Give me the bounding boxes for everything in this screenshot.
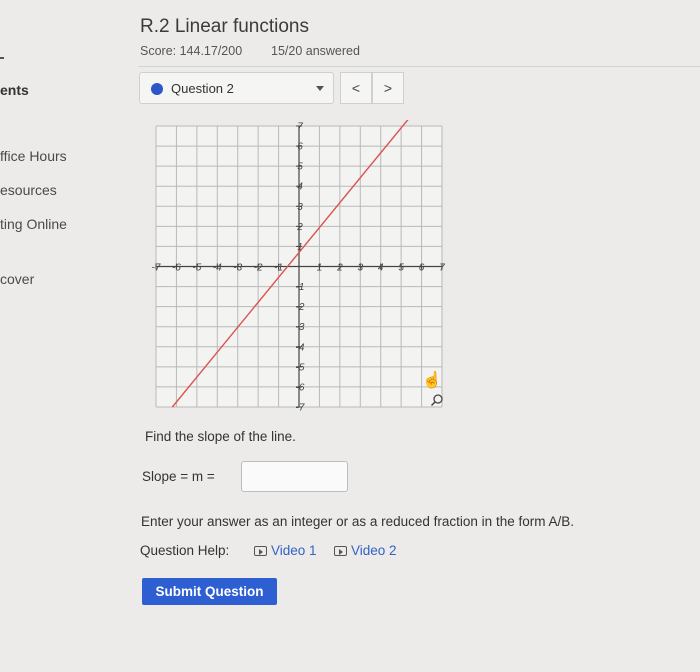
sidebar-item-discover[interactable]: cover [0,271,34,287]
sidebar-marker [0,57,4,59]
question-help-label: Question Help: [140,543,230,558]
slope-input[interactable] [241,461,348,492]
x-tick-label: -7 [152,263,161,274]
y-tick-label: -3 [296,322,305,333]
y-tick-label: -1 [296,282,305,293]
previous-question-button[interactable]: < [340,72,372,104]
x-tick-label: 1 [317,263,323,274]
y-tick-label: 4 [297,182,303,193]
slope-label: Slope = m = [142,469,215,484]
x-tick-label: -4 [213,263,222,274]
x-tick-label: 3 [358,263,364,274]
sidebar-item-office-hours[interactable]: ffice Hours [0,148,67,164]
sidebar: ents ffice Hours esources ting Online co… [0,0,118,672]
question-prompt: Find the slope of the line. [145,429,296,444]
x-tick-label: -3 [233,263,242,274]
question-status-dot [151,83,163,95]
answered-count: 15/20 answered [271,44,360,58]
x-tick-label: -1 [274,263,283,274]
chevron-down-icon [316,86,324,91]
page-title: R.2 Linear functions [140,16,309,37]
y-tick-label: 3 [297,202,303,213]
next-question-button[interactable]: > [372,72,404,104]
video-2-label: Video 2 [351,543,397,558]
y-tick-label: 6 [297,142,303,153]
x-tick-label: -6 [172,263,181,274]
y-tick-label: -5 [296,362,305,373]
video-1-link[interactable]: Video 1 [254,543,317,558]
video-icon [334,546,347,556]
x-tick-label: 7 [439,263,445,274]
score-text: Score: 144.17/200 [140,44,243,58]
y-tick-label: -2 [296,302,305,313]
y-tick-label: -7 [296,403,305,414]
x-tick-label: -5 [192,263,201,274]
video-2-link[interactable]: Video 2 [334,543,397,558]
question-select[interactable]: Question 2 [139,72,334,104]
x-tick-label: 4 [378,263,384,274]
submit-question-button[interactable]: Submit Question [142,578,277,605]
sidebar-item-tutoring-online[interactable]: ting Online [0,216,67,232]
y-tick-label: 7 [297,122,303,133]
sidebar-item-contents[interactable]: ents [0,82,29,98]
line-graph: -7 -6 -5 -4 -3 -2 -1 1 2 3 4 5 6 77654321-1-2-3-4-5-6… [152,120,445,414]
video-1-label: Video 1 [271,543,317,558]
answer-instruction: Enter your answer as an integer or as a … [141,514,574,529]
video-icon [254,546,267,556]
y-tick-label: 2 [296,222,303,233]
header-divider [138,66,700,67]
magnifier-icon[interactable] [430,393,444,407]
x-tick-label: -2 [254,263,263,274]
y-tick-label: 5 [297,162,303,173]
question-select-label: Question 2 [171,81,234,96]
y-tick-label: -6 [296,382,305,393]
x-tick-label: 5 [398,263,404,274]
y-tick-label: -4 [296,342,305,353]
cursor-hand-icon: ☝ [422,372,442,389]
sidebar-item-resources[interactable]: esources [0,182,57,198]
x-tick-label: 2 [336,263,343,274]
x-tick-label: 6 [419,263,425,274]
